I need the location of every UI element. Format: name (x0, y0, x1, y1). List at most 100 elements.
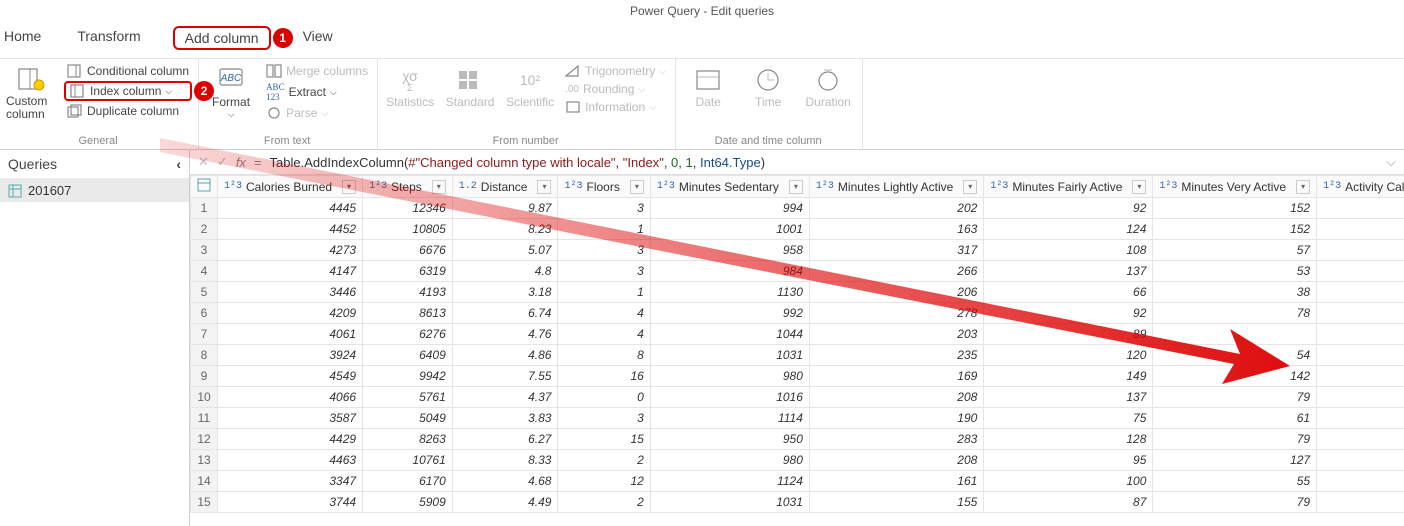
cell[interactable]: 278 (809, 303, 983, 324)
cell[interactable]: 161 (809, 471, 983, 492)
cell[interactable]: 992 (650, 303, 809, 324)
cell[interactable]: 57 (1153, 240, 1317, 261)
tab-add-column[interactable]: Add column 1 (173, 26, 271, 50)
cell[interactable]: 87 (984, 492, 1153, 513)
duration-button[interactable]: Duration (800, 63, 856, 111)
cell[interactable]: 55 (1153, 471, 1317, 492)
cell[interactable]: 10805 (363, 219, 453, 240)
cell[interactable]: 1869 (1317, 282, 1404, 303)
filter-dropdown-icon[interactable]: ▾ (630, 180, 644, 194)
column-header[interactable]: 1²3Steps▾ (363, 176, 453, 198)
cell[interactable]: 8 (558, 345, 650, 366)
fx-icon[interactable]: fx (236, 155, 246, 170)
date-button[interactable]: Date (680, 63, 736, 111)
cell[interactable]: 120 (984, 345, 1153, 366)
cell[interactable]: 235 (809, 345, 983, 366)
cell[interactable]: 3016 (1317, 450, 1404, 471)
cell[interactable]: 89 (984, 324, 1153, 345)
cell[interactable]: 5909 (363, 492, 453, 513)
cell[interactable]: 2609 (1317, 387, 1404, 408)
trigonometry-button[interactable]: Trigonometry ⌵ (562, 63, 669, 79)
cell[interactable]: 4549 (218, 366, 363, 387)
cell[interactable]: 6170 (363, 471, 453, 492)
cell[interactable]: 2194 (1317, 492, 1404, 513)
column-header[interactable]: 1²3Minutes Very Active▾ (1153, 176, 1317, 198)
cell[interactable]: 950 (650, 429, 809, 450)
filter-dropdown-icon[interactable]: ▾ (432, 180, 446, 194)
cell[interactable]: 3446 (218, 282, 363, 303)
index-column-button[interactable]: Index column ⌵ 2 (64, 81, 192, 101)
cell[interactable]: 15 (558, 429, 650, 450)
scientific-button[interactable]: 10² Scientific (502, 63, 558, 111)
cell[interactable]: 4066 (218, 387, 363, 408)
queries-header[interactable]: Queries ‹ (0, 150, 189, 179)
cell[interactable]: 317 (809, 240, 983, 261)
cell[interactable]: 152 (1153, 219, 1317, 240)
parse-button[interactable]: Parse ⌵ (263, 105, 371, 121)
cell[interactable]: 1130 (650, 282, 809, 303)
row-number[interactable]: 13 (191, 450, 218, 471)
cell[interactable]: 3 (558, 261, 650, 282)
tab-home[interactable]: Home (0, 26, 45, 50)
cell[interactable]: 6.74 (452, 303, 558, 324)
cell[interactable]: 2 (558, 450, 650, 471)
cell[interactable]: 8.23 (452, 219, 558, 240)
row-number[interactable]: 9 (191, 366, 218, 387)
cell[interactable]: 4 (558, 324, 650, 345)
cell[interactable]: 4.8 (452, 261, 558, 282)
rounding-button[interactable]: .00 Rounding ⌵ (562, 81, 669, 97)
cell[interactable]: 1031 (650, 345, 809, 366)
cell[interactable]: 6409 (363, 345, 453, 366)
filter-dropdown-icon[interactable]: ▾ (963, 180, 977, 194)
cell[interactable]: 2774 (1317, 303, 1404, 324)
cell[interactable]: 5.07 (452, 240, 558, 261)
filter-dropdown-icon[interactable]: ▾ (789, 180, 803, 194)
custom-column-button[interactable]: Custom column (4, 63, 60, 123)
cell[interactable]: 66 (984, 282, 1153, 303)
cell[interactable]: 12 (558, 471, 650, 492)
cell[interactable]: 994 (650, 198, 809, 219)
conditional-column-button[interactable]: Conditional column (64, 63, 192, 79)
time-button[interactable]: Time (740, 63, 796, 111)
cell[interactable]: 4193 (363, 282, 453, 303)
cell[interactable]: 7.55 (452, 366, 558, 387)
cell[interactable]: 203 (809, 324, 983, 345)
cell[interactable]: 4061 (218, 324, 363, 345)
column-header[interactable]: 1²3Floors▾ (558, 176, 650, 198)
cell[interactable]: 2559 (1317, 324, 1404, 345)
cell[interactable]: 1031 (650, 492, 809, 513)
cell[interactable]: 3347 (218, 471, 363, 492)
cell[interactable]: 266 (809, 261, 983, 282)
cell[interactable]: 38 (1153, 282, 1317, 303)
cell[interactable]: 6276 (363, 324, 453, 345)
cell[interactable]: 4147 (218, 261, 363, 282)
statistics-button[interactable]: χσΣ Statistics (382, 63, 438, 111)
cell[interactable]: 3005 (1317, 219, 1404, 240)
cell[interactable]: 142 (1153, 366, 1317, 387)
cell[interactable]: 3.18 (452, 282, 558, 303)
cell[interactable]: 16 (558, 366, 650, 387)
cell[interactable]: 128 (984, 429, 1153, 450)
cell[interactable]: 127 (1153, 450, 1317, 471)
column-header[interactable]: 1.2Distance▾ (452, 176, 558, 198)
accept-icon[interactable]: ✓ (217, 154, 228, 170)
cell[interactable]: 163 (809, 219, 983, 240)
cell[interactable]: 208 (809, 387, 983, 408)
cell[interactable]: 3172 (1317, 366, 1404, 387)
merge-columns-button[interactable]: Merge columns (263, 63, 371, 79)
cell[interactable]: 4445 (218, 198, 363, 219)
cell[interactable]: 9.87 (452, 198, 558, 219)
grid-corner[interactable] (191, 176, 218, 198)
cell[interactable]: 190 (809, 408, 983, 429)
cell[interactable]: 78 (1153, 303, 1317, 324)
column-header[interactable]: 1²3Calories Burned▾ (218, 176, 363, 198)
cell[interactable]: 4 (558, 303, 650, 324)
cell[interactable]: 137 (984, 387, 1153, 408)
cell[interactable]: 4273 (218, 240, 363, 261)
formula-bar[interactable]: ✕ ✓ fx = Table.AddIndexColumn(#"Changed … (190, 150, 1404, 175)
cell[interactable]: 1114 (650, 408, 809, 429)
cell[interactable]: 980 (650, 450, 809, 471)
cell[interactable]: 61 (1153, 408, 1317, 429)
row-number[interactable]: 14 (191, 471, 218, 492)
cell[interactable]: 3.83 (452, 408, 558, 429)
